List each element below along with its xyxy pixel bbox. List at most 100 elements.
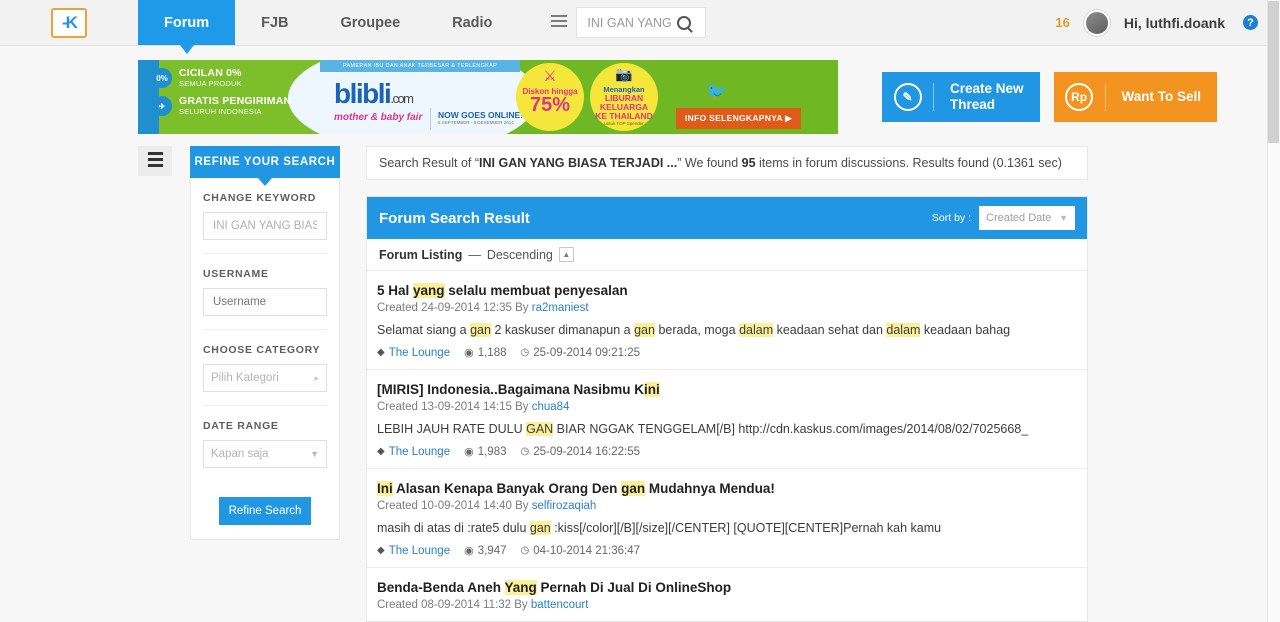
ad-prize-circle: 📷 Menangkan LIBURAN KELUARGA KE THAILAND…: [590, 63, 658, 131]
search-result-summary: Search Result of “INI GAN YANG BIASA TER…: [366, 146, 1088, 180]
page-scrollbar[interactable]: [1267, 0, 1280, 622]
category-link[interactable]: The Lounge: [389, 545, 450, 557]
highlighted-term: gan: [634, 323, 655, 337]
chevron-down-icon: ▼: [1059, 213, 1068, 223]
nav-item-groupee[interactable]: Groupee: [315, 0, 427, 45]
category-link[interactable]: The Lounge: [389, 347, 450, 359]
create-thread-line1: Create New: [950, 81, 1024, 97]
result-created-line: Created 10-09-2014 14:40 By selfirozaqia…: [377, 500, 1075, 512]
created-date: 13-09-2014 14:15: [421, 401, 512, 413]
notification-count-badge[interactable]: 16: [1055, 15, 1069, 30]
filter-label-daterange: DATE RANGE: [203, 420, 279, 432]
meta-category[interactable]: ◆ The Lounge: [377, 446, 450, 458]
timestamp-value: 25-09-2014 16:22:55: [533, 445, 641, 458]
result-title[interactable]: Ini Alasan Kenapa Banyak Orang Den gan M…: [377, 481, 1075, 496]
username-input-wrap[interactable]: [203, 288, 327, 316]
highlighted-term: gan: [621, 481, 646, 496]
category-link[interactable]: The Lounge: [389, 446, 450, 458]
help-icon[interactable]: ?: [1243, 15, 1258, 30]
kaskus-logo-icon[interactable]: -K: [51, 7, 87, 38]
chevron-down-icon: ▼: [310, 449, 319, 459]
category-select[interactable]: Pilih Kategori ▸: [203, 364, 327, 392]
result-author[interactable]: ra2maniest: [532, 302, 589, 314]
daterange-select[interactable]: Kapan saja ▼: [203, 440, 327, 468]
ad-cta-button[interactable]: INFO SELENGKAPNYA ▶: [676, 108, 802, 129]
listing-order: Descending: [486, 247, 553, 262]
zero-percent-icon: 0%: [152, 68, 172, 88]
advertisement-banner[interactable]: 0% CICILAN 0% SEMUA PRODUK ✈ GRATIS PENG…: [138, 60, 838, 134]
by-label: By: [511, 302, 532, 314]
bird-icon: 🐦: [706, 82, 728, 101]
want-to-sell-button[interactable]: Rp Want To Sell: [1053, 72, 1218, 122]
sort-by-select[interactable]: Created Date ▼: [979, 206, 1075, 230]
logo-container[interactable]: -K: [0, 0, 138, 45]
result-author[interactable]: chua84: [532, 401, 570, 413]
views-count: 1,983: [477, 445, 507, 458]
nav-item-fjb[interactable]: FJB: [235, 0, 314, 45]
username-input[interactable]: [211, 295, 319, 309]
sidebar-toggle-icon[interactable]: [138, 146, 172, 176]
blibli-logo-suffix: .com: [390, 91, 414, 106]
created-prefix: Created: [377, 500, 422, 512]
nav-item-radio[interactable]: Radio: [426, 0, 518, 45]
user-greeting[interactable]: Hi, luthfi.doank: [1124, 15, 1225, 31]
highlighted-term: yang: [413, 283, 445, 298]
refine-search-body: CHANGE KEYWORD USERNAME CHOOSE CATEGORY …: [190, 178, 340, 540]
ad-divider: [430, 108, 431, 130]
avatar[interactable]: [1083, 9, 1110, 36]
ad-fair-text: mother & baby fair: [334, 112, 423, 123]
text-fragment: 2 kaskuser dimanapun a: [490, 323, 635, 337]
create-new-thread-button[interactable]: ✎ Create New Thread: [882, 72, 1040, 122]
highlighted-term: dalam: [739, 323, 774, 337]
pencil-icon: ✎: [882, 83, 934, 111]
search-icon[interactable]: [677, 15, 692, 30]
blibli-logo-text: blibli: [334, 78, 392, 109]
timestamp-value: 04-10-2014 21:36:47: [533, 544, 641, 557]
tag-icon: ◆: [377, 545, 385, 556]
result-item[interactable]: [MIRIS] Indonesia..Bagaimana Nasibmu Kin…: [367, 370, 1087, 469]
result-item[interactable]: Benda-Benda Aneh Yang Pernah Di Jual Di …: [367, 568, 1087, 621]
meta-views: ◉ 3,947: [464, 544, 507, 558]
nav-item-forum[interactable]: Forum: [138, 0, 236, 54]
timestamp-value: 25-09-2014 09:21:25: [533, 346, 641, 359]
summary-middle: ” We found: [677, 156, 742, 170]
created-date: 10-09-2014 14:40: [421, 500, 512, 512]
keyword-input-wrap[interactable]: [203, 212, 327, 240]
meta-category[interactable]: ◆ The Lounge: [377, 347, 450, 359]
daterange-select-value: Kapan saja: [211, 448, 269, 460]
header-search-box[interactable]: [576, 7, 707, 38]
result-author[interactable]: selfirozaqiah: [532, 500, 597, 512]
result-author[interactable]: battencourt: [531, 599, 589, 611]
refine-search-header[interactable]: REFINE YOUR SEARCH: [190, 146, 340, 186]
highlighted-term: ini: [644, 382, 660, 397]
clock-icon: ◷: [520, 545, 530, 556]
ad-online-text: NOW GOES ONLINE! 8 SEPTEMBER - 8 DESEMBER…: [438, 110, 523, 125]
list-icon[interactable]: [542, 8, 576, 38]
chevron-up-icon[interactable]: ▲: [558, 247, 574, 262]
result-item[interactable]: 5 Hal yang selalu membuat penyesalan Crea…: [367, 271, 1087, 370]
keyword-input[interactable]: [211, 219, 319, 233]
text-fragment: Selamat siang a: [377, 323, 471, 337]
scrollbar-thumb[interactable]: [1268, 1, 1279, 143]
airplane-icon: ✈: [152, 96, 172, 117]
meta-category[interactable]: ◆ The Lounge: [377, 545, 450, 557]
created-prefix: Created: [377, 401, 422, 413]
filter-group-category: CHOOSE CATEGORY Pilih Kategori ▸: [203, 330, 327, 406]
clock-icon: ◷: [520, 347, 530, 358]
result-title[interactable]: Benda-Benda Aneh Yang Pernah Di Jual Di …: [377, 580, 1075, 595]
ad-prize-line2: LIBURAN KELUARGA: [599, 93, 649, 112]
created-date: 08-09-2014 11:32: [421, 599, 512, 611]
created-prefix: Created: [377, 302, 422, 314]
result-item[interactable]: Ini Alasan Kenapa Banyak Orang Den gan M…: [367, 469, 1087, 568]
listing-label: Forum Listing: [379, 247, 463, 262]
meta-timestamp: ◷ 25-09-2014 09:21:25: [520, 347, 640, 359]
result-title[interactable]: [MIRIS] Indonesia..Bagaimana Nasibmu Kin…: [377, 382, 1075, 397]
highlighted-term: gan: [529, 521, 551, 535]
search-input[interactable]: [585, 14, 678, 31]
views-count: 1,188: [477, 346, 507, 359]
result-title[interactable]: 5 Hal yang selalu membuat penyesalan: [377, 283, 1075, 298]
page-title: Forum Search Result: [379, 209, 530, 227]
views-count: 3,947: [477, 544, 507, 557]
refine-search-button[interactable]: Refine Search: [219, 497, 311, 525]
ad-feature-title: CICILAN 0%: [179, 67, 242, 79]
